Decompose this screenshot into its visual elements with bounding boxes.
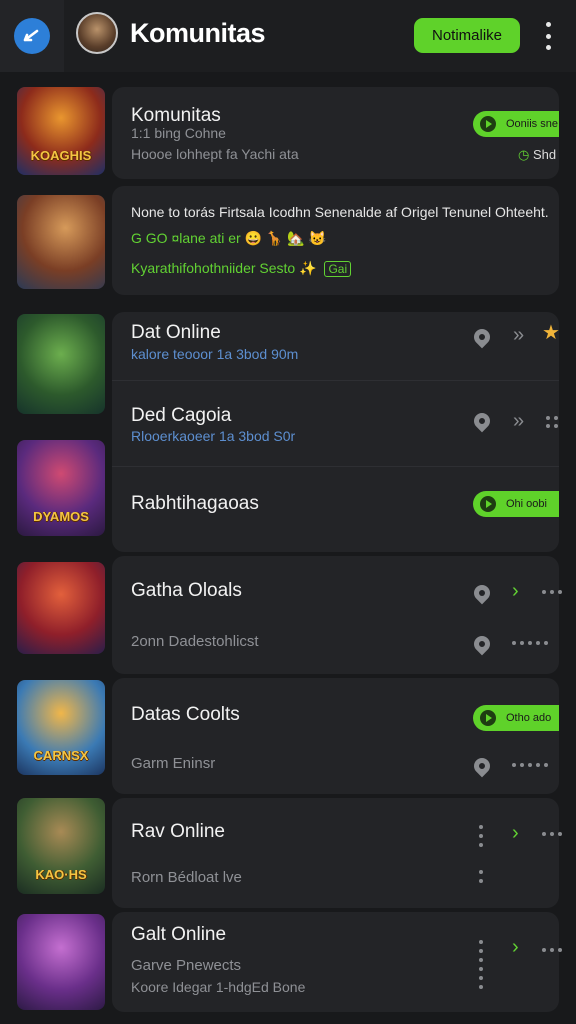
- divider: [112, 466, 559, 467]
- status-badge-label: Ohi oobi: [506, 498, 547, 510]
- item-subtitle: Garm Eninsr: [131, 755, 216, 772]
- item-title: Rav Online: [131, 821, 225, 842]
- more-options-icon[interactable]: [542, 948, 562, 952]
- item-tag-label: Shd: [532, 147, 557, 162]
- forward-icon[interactable]: ›: [512, 936, 519, 959]
- page-title: Komunitas: [130, 18, 266, 48]
- item-subtitle: Rorn Bédloat lve: [131, 869, 242, 886]
- item-subtitle: 1:1 bing Cohne: [131, 125, 226, 141]
- item-subtitle: 2onn Dadestohlicst: [131, 633, 259, 650]
- list-item[interactable]: Rav Online Rorn Bédloat lve ›: [112, 798, 562, 908]
- game-thumbnail[interactable]: [17, 562, 105, 654]
- thumbnail-caption: DYAMOS: [33, 509, 89, 524]
- more-options-icon[interactable]: [542, 590, 562, 594]
- more-options-icon[interactable]: [538, 22, 558, 50]
- item-title: Ded Cagoia: [131, 405, 232, 426]
- avatar[interactable]: [76, 12, 118, 54]
- more-options-icon[interactable]: [542, 832, 562, 836]
- item-subtitle: kalore teooor 1a 3bod 90m: [131, 346, 299, 362]
- play-icon: [480, 496, 496, 512]
- forward-icon[interactable]: ›: [512, 580, 519, 603]
- item-description: Hoooe lohhept fa Yachi ata: [131, 146, 299, 162]
- list-item[interactable]: None to torás Firtsala Icodhn Senenalde …: [112, 186, 559, 295]
- item-subtitle: Garve Pnewects: [131, 957, 242, 974]
- game-thumbnail[interactable]: KOAGHIS: [17, 87, 105, 175]
- divider: [112, 380, 559, 381]
- game-thumbnail[interactable]: [17, 914, 105, 1010]
- item-footer-label: Kyarathifohothniider Sesto ✨: [131, 260, 317, 276]
- forward-icon[interactable]: ›: [512, 822, 519, 845]
- list-item[interactable]: Gatha Oloals 2onn Dadestohlicst ›: [112, 556, 562, 674]
- item-title: Datas Coolts: [131, 704, 240, 725]
- status-badge[interactable]: Ooniis sne: [473, 111, 559, 137]
- more-options-icon[interactable]: [479, 825, 483, 847]
- play-icon: [480, 710, 496, 726]
- more-options-icon[interactable]: [479, 940, 483, 989]
- more-options-icon[interactable]: [512, 763, 548, 767]
- item-title: Galt Online: [131, 924, 227, 945]
- item-footer-badge: Gai: [324, 261, 352, 277]
- more-options-icon[interactable]: [479, 870, 483, 883]
- item-description: None to torás Firtsala Icodhn Senenalde …: [131, 204, 549, 220]
- top-app-bar: Komunitas Notimalike: [0, 0, 576, 72]
- play-icon: [480, 116, 496, 132]
- game-thumbnail[interactable]: [17, 314, 105, 414]
- badge-star-icon: ★: [542, 322, 560, 344]
- forward-icon[interactable]: »: [513, 410, 524, 433]
- back-button[interactable]: [0, 0, 64, 72]
- list-item[interactable]: Komunitas 1:1 bing Cohne Hoooe lohhept f…: [112, 87, 559, 179]
- item-title: Gatha Oloals: [131, 580, 242, 601]
- list-item[interactable]: Datas Coolts Garm Eninsr Otho ado: [112, 678, 559, 794]
- item-title: Komunitas: [131, 105, 221, 126]
- item-title: Dat Online: [131, 322, 221, 343]
- item-reactions: G GO ¤lane ati er 😀 🦒 🏡 😺: [131, 230, 327, 246]
- status-badge[interactable]: Otho ado: [473, 705, 559, 731]
- location-pin-icon[interactable]: [470, 754, 494, 778]
- item-subtitle: Rlooerkaoeer 1a 3bod S0r: [131, 428, 296, 444]
- thumbnail-caption: KOAGHIS: [30, 148, 92, 163]
- status-badge-label: Ooniis sne: [506, 118, 558, 130]
- item-title: Rabhtihagaoas: [131, 493, 259, 514]
- game-thumbnail[interactable]: CARNSX: [17, 680, 105, 775]
- status-badge[interactable]: Ohi oobi: [473, 491, 559, 517]
- thumbnail-caption: KAO·HS: [35, 867, 87, 882]
- list-item[interactable]: Galt Online Garve Pnewects Koore Idegar …: [112, 912, 562, 1012]
- location-pin-icon[interactable]: [470, 581, 494, 605]
- game-thumbnail[interactable]: DYAMOS: [17, 440, 105, 536]
- forward-icon[interactable]: »: [513, 324, 524, 347]
- back-arrow-icon: [14, 18, 50, 54]
- item-tag: ◷ Shd: [518, 147, 557, 162]
- location-pin-icon[interactable]: [470, 632, 494, 656]
- notify-button[interactable]: Notimalike: [414, 18, 520, 53]
- game-thumbnail[interactable]: [17, 195, 105, 289]
- thumbnail-caption: CARNSX: [33, 748, 89, 763]
- game-thumbnail[interactable]: KAO·HS: [17, 798, 105, 894]
- more-options-icon[interactable]: [512, 641, 548, 645]
- status-badge-label: Otho ado: [506, 712, 552, 724]
- item-description: Koore Idegar 1-hdgEd Bone: [131, 979, 306, 995]
- item-footer: Kyarathifohothniider Sesto ✨ Gai: [131, 260, 352, 277]
- more-options-icon[interactable]: [546, 416, 558, 428]
